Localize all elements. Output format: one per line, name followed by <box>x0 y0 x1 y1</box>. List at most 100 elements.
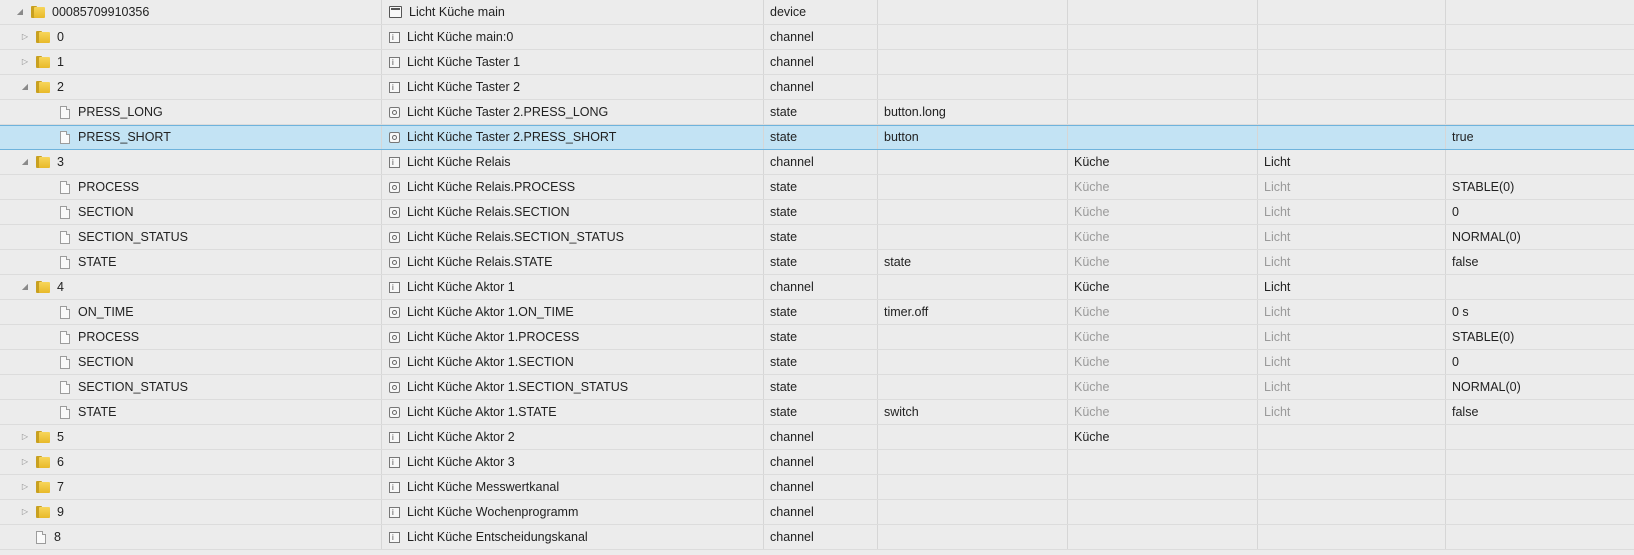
room-cell: Küche <box>1068 375 1258 399</box>
role-cell <box>878 150 1068 174</box>
expand-arrow-icon[interactable]: ▷ <box>20 57 30 67</box>
role-cell <box>878 375 1068 399</box>
folder-icon <box>36 430 50 444</box>
value-cell <box>1446 0 1634 24</box>
table-row[interactable]: ▷7 Licht Küche Messwertkanal channel <box>0 475 1634 500</box>
object-id: 2 <box>57 80 64 94</box>
state-type-icon <box>389 406 400 418</box>
role-cell <box>878 475 1068 499</box>
tree-node: STATE <box>0 250 381 274</box>
id-cell: ▷ 0 <box>0 25 382 49</box>
channel-type-icon <box>389 426 400 449</box>
tree-node: ▷ 6 <box>0 450 381 474</box>
state-type-icon <box>389 256 400 268</box>
table-row[interactable]: PROCESS Licht Küche Relais.PROCESS state Kü… <box>0 175 1634 200</box>
object-name: Licht Küche Taster 1 <box>407 55 521 69</box>
table-row[interactable]: ◢4Licht Küche Aktor 1channelKücheLicht <box>0 275 1634 300</box>
function-cell <box>1258 0 1446 24</box>
table-row[interactable]: STATE Licht Küche Relais.STATE state state K… <box>0 250 1634 275</box>
name-cell: Licht Küche Aktor 1 <box>382 275 764 299</box>
type-cell: state <box>764 200 878 224</box>
function-cell <box>1258 450 1446 474</box>
table-row[interactable]: STATE Licht Küche Aktor 1.STATE state switc… <box>0 400 1634 425</box>
table-row[interactable]: 8 Licht Küche Entscheidungskanal channel <box>0 525 1634 550</box>
room-cell: Küche <box>1068 425 1258 449</box>
collapse-arrow-icon[interactable]: ◢ <box>20 157 30 167</box>
expand-arrow-icon[interactable]: ▷ <box>20 457 30 467</box>
object-id: STATE <box>78 405 117 419</box>
id-cell: SECTION_STATUS <box>0 225 382 249</box>
table-row[interactable]: ▷9Licht Küche Wochenprogrammchannel <box>0 500 1634 525</box>
function-cell <box>1258 425 1446 449</box>
toggle-spacer <box>44 232 54 242</box>
table-row[interactable]: ▷1Licht Küche Taster 1channel <box>0 50 1634 75</box>
table-row[interactable]: SECTION Licht Küche Relais.SECTION state Kü… <box>0 200 1634 225</box>
file-icon <box>60 105 70 119</box>
object-id: ON_TIME <box>78 305 134 319</box>
channel-type-icon <box>389 526 400 549</box>
table-row[interactable]: ▷6Licht Küche Aktor 3channel <box>0 450 1634 475</box>
object-name: Licht Küche main:0 <box>407 30 514 44</box>
table-row[interactable]: ◢ 00085709910356 Licht Küche main device <box>0 0 1634 25</box>
type-cell: channel <box>764 25 878 49</box>
function-cell <box>1258 525 1446 549</box>
function-cell <box>1258 126 1446 149</box>
value-cell: STABLE(0) <box>1452 330 1515 344</box>
value-cell <box>1446 450 1634 474</box>
table-row[interactable]: PRESS_SHORT Licht Küche Taster 2.PRESS_SH… <box>0 125 1634 150</box>
role-cell <box>878 275 1068 299</box>
folder-icon <box>36 480 50 494</box>
toggle-spacer <box>44 332 54 342</box>
tree-node: PROCESS <box>0 325 381 349</box>
collapse-arrow-icon[interactable]: ◢ <box>20 282 30 292</box>
tree-node: ▷ 9 <box>0 500 381 524</box>
function-cell: Licht <box>1258 400 1446 424</box>
toggle-spacer <box>44 257 54 267</box>
table-row[interactable]: PRESS_LONG Licht Küche Taster 2.PRESS_LON… <box>0 100 1634 125</box>
object-id: PRESS_LONG <box>78 105 163 119</box>
tree-node: ◢ 00085709910356 <box>0 0 381 24</box>
table-row[interactable]: PROCESS Licht Küche Aktor 1.PROCESS state K… <box>0 325 1634 350</box>
type-cell: state <box>764 350 878 374</box>
type-cell: channel <box>764 75 878 99</box>
value-cell <box>1446 425 1634 449</box>
value-cell: false <box>1452 255 1479 269</box>
function-cell <box>1258 25 1446 49</box>
expand-arrow-icon[interactable]: ▷ <box>20 32 30 42</box>
type-cell: channel <box>764 475 878 499</box>
type-cell: channel <box>764 425 878 449</box>
table-row[interactable]: ON_TIME Licht Küche Aktor 1.ON_TIME state t… <box>0 300 1634 325</box>
id-cell: STATE <box>0 400 382 424</box>
id-cell: ON_TIME <box>0 300 382 324</box>
type-cell: channel <box>764 150 878 174</box>
expand-arrow-icon[interactable]: ▷ <box>20 482 30 492</box>
table-row[interactable]: SECTION Licht Küche Aktor 1.SECTION state K… <box>0 350 1634 375</box>
file-icon <box>60 305 70 319</box>
tree-node: SECTION_STATUS <box>0 375 381 399</box>
collapse-arrow-icon[interactable]: ◢ <box>20 82 30 92</box>
id-cell: SECTION <box>0 350 382 374</box>
object-tree-table: ◢00085709910356Licht Küche maindevice▷0 L… <box>0 0 1634 550</box>
collapse-arrow-icon[interactable]: ◢ <box>15 7 25 17</box>
table-row[interactable]: ▷5Licht Küche Aktor 2channelKüche <box>0 425 1634 450</box>
role-cell <box>878 225 1068 249</box>
name-cell: Licht Küche Aktor 3 <box>382 450 764 474</box>
object-name: Licht Küche Messwertkanal <box>407 480 560 494</box>
table-row[interactable]: SECTION_STATUS Licht Küche Relais.SECTION… <box>0 225 1634 250</box>
name-cell: Licht Küche Aktor 1.SECTION <box>382 350 764 374</box>
function-cell: Licht <box>1258 250 1446 274</box>
type-cell: state <box>764 400 878 424</box>
tree-node: ◢ 4 <box>0 275 381 299</box>
table-row[interactable]: ◢2Licht Küche Taster 2channel <box>0 75 1634 100</box>
object-name: Licht Küche Taster 2.PRESS_SHORT <box>407 130 617 144</box>
table-row[interactable]: SECTION_STATUS Licht Küche Aktor 1.SECTIO… <box>0 375 1634 400</box>
expand-arrow-icon[interactable]: ▷ <box>20 432 30 442</box>
table-row[interactable]: ▷0 Licht Küche main:0 channel <box>0 25 1634 50</box>
tree-node: ▷ 7 <box>0 475 381 499</box>
expand-arrow-icon[interactable]: ▷ <box>20 507 30 517</box>
type-cell: state <box>764 225 878 249</box>
table-row[interactable]: ◢3Licht Küche RelaischannelKücheLicht <box>0 150 1634 175</box>
room-cell <box>1068 450 1258 474</box>
object-id: PROCESS <box>78 180 140 194</box>
room-cell <box>1068 475 1258 499</box>
